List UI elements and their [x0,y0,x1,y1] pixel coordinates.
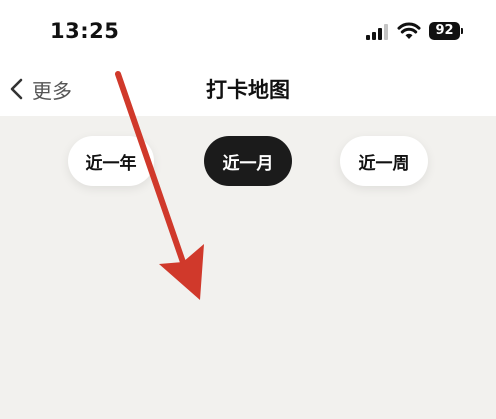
signal-icon [366,24,388,40]
page-title: 打卡地图 [206,78,290,102]
filter-year-button[interactable]: 近一年 [68,136,154,186]
filter-month-button[interactable]: 近一月 [204,136,292,186]
nav-bar: 更多 打卡地图 [0,62,496,116]
battery-icon: 92 [429,22,460,40]
status-time: 13:25 [50,19,120,43]
status-bar: 13:25 92 [0,0,496,62]
battery-tip [461,28,463,34]
filter-week-button[interactable]: 近一周 [340,136,428,186]
wifi-icon [397,22,421,39]
